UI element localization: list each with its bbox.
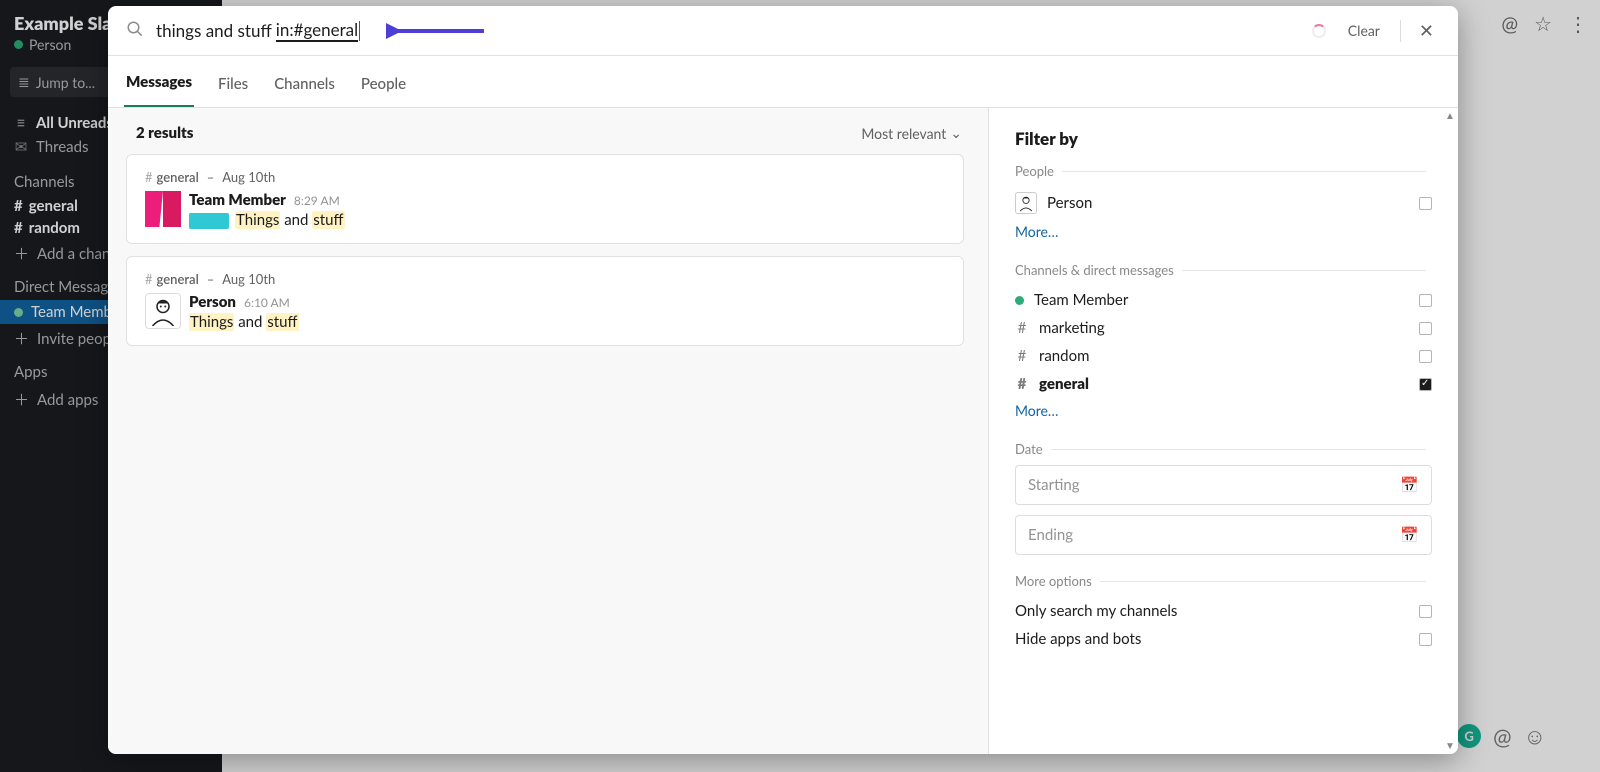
checkbox-icon bbox=[1419, 350, 1432, 363]
avatar bbox=[145, 191, 181, 227]
search-tabs: Messages Files Channels People bbox=[108, 56, 1458, 108]
mention-icon[interactable]: @ bbox=[1501, 12, 1518, 36]
result-meta: #general–Aug 10th bbox=[145, 169, 945, 185]
hide-apps-toggle[interactable]: Hide apps and bots bbox=[1015, 625, 1432, 653]
avatar bbox=[145, 293, 181, 329]
result-time: 8:29 AM bbox=[294, 193, 340, 208]
presence-dot-icon bbox=[1015, 296, 1024, 305]
filter-channel-row[interactable]: #random bbox=[1015, 342, 1432, 370]
filter-channels-label: Channels & direct messages bbox=[1015, 262, 1174, 278]
channels-more-link[interactable]: More… bbox=[1015, 398, 1058, 423]
filter-channel-row[interactable]: Team Member bbox=[1015, 286, 1432, 314]
annotation-arrow-icon bbox=[386, 20, 486, 42]
result-time: 6:10 AM bbox=[244, 295, 290, 310]
search-query-plain: things and stuff bbox=[156, 20, 276, 41]
scroll-up-icon[interactable]: ▲ bbox=[1442, 108, 1458, 124]
kebab-icon[interactable]: ⋮ bbox=[1568, 12, 1588, 36]
hash-icon: # bbox=[1015, 347, 1029, 365]
result-message: Things and stuff bbox=[189, 313, 945, 331]
search-result-card[interactable]: #general–Aug 10th Team Member 8:29 AM Thing… bbox=[126, 154, 964, 244]
filter-person-row[interactable]: Person bbox=[1015, 187, 1432, 219]
filter-date-label: Date bbox=[1015, 441, 1043, 457]
results-count: 2 results bbox=[136, 124, 193, 142]
tab-files[interactable]: Files bbox=[216, 61, 250, 107]
search-bar: things and stuff in:#general Clear ✕ bbox=[108, 6, 1458, 56]
hash-icon: # bbox=[1015, 375, 1029, 393]
checkbox-icon bbox=[1419, 605, 1432, 618]
close-button[interactable]: ✕ bbox=[1413, 19, 1440, 42]
loading-spinner-icon bbox=[1312, 24, 1326, 38]
tab-messages[interactable]: Messages bbox=[124, 59, 194, 107]
clear-button[interactable]: Clear bbox=[1348, 22, 1380, 39]
checkbox-icon bbox=[1419, 322, 1432, 335]
only-my-channels-toggle[interactable]: Only search my channels bbox=[1015, 597, 1432, 625]
result-channel: general bbox=[157, 169, 199, 185]
result-author: Person bbox=[189, 293, 236, 311]
sort-dropdown[interactable]: Most relevant ⌄ bbox=[861, 124, 962, 142]
filter-column: Filter by People Person More… Channels &… bbox=[988, 108, 1458, 754]
chevron-down-icon: ⌄ bbox=[950, 124, 962, 142]
result-meta: #general–Aug 10th bbox=[145, 271, 945, 287]
date-end-input[interactable]: Ending 📅 bbox=[1015, 515, 1432, 555]
search-query-modifier: in:#general bbox=[276, 19, 358, 42]
result-date: Aug 10th bbox=[222, 169, 275, 185]
search-icon bbox=[126, 20, 144, 42]
star-icon[interactable]: ☆ bbox=[1534, 12, 1552, 36]
tab-channels[interactable]: Channels bbox=[272, 61, 337, 107]
checkbox-icon bbox=[1419, 294, 1432, 307]
filter-channel-row[interactable]: #marketing bbox=[1015, 314, 1432, 342]
filter-people-label: People bbox=[1015, 163, 1054, 179]
scroll-down-icon[interactable]: ▼ bbox=[1442, 738, 1458, 754]
search-modal: things and stuff in:#general Clear ✕ Mes… bbox=[108, 6, 1458, 754]
result-channel: general bbox=[157, 271, 199, 287]
date-start-input[interactable]: Starting 📅 bbox=[1015, 465, 1432, 505]
scrollbar[interactable]: ▲ ▼ bbox=[1442, 108, 1458, 754]
divider bbox=[1400, 20, 1401, 42]
hash-icon: # bbox=[145, 271, 153, 287]
result-date: Aug 10th bbox=[222, 271, 275, 287]
checkbox-icon bbox=[1419, 633, 1432, 646]
calendar-icon: 📅 bbox=[1400, 476, 1419, 494]
attachment-chip-icon bbox=[189, 213, 229, 229]
checkbox-icon bbox=[1419, 378, 1432, 391]
search-input[interactable]: things and stuff in:#general bbox=[156, 19, 1300, 42]
avatar bbox=[1015, 192, 1037, 214]
tab-people[interactable]: People bbox=[359, 61, 408, 107]
result-author: Team Member bbox=[189, 191, 286, 209]
result-message: Things and stuff bbox=[189, 211, 945, 229]
filter-heading: Filter by bbox=[1015, 128, 1432, 149]
people-more-link[interactable]: More… bbox=[1015, 219, 1058, 244]
filter-channel-row[interactable]: #general bbox=[1015, 370, 1432, 398]
text-cursor-icon bbox=[359, 21, 360, 41]
calendar-icon: 📅 bbox=[1400, 526, 1419, 544]
checkbox-icon bbox=[1419, 197, 1432, 210]
hash-icon: # bbox=[145, 169, 153, 185]
search-result-card[interactable]: #general–Aug 10th Person 6:10 AM Things and… bbox=[126, 256, 964, 346]
results-column: 2 results Most relevant ⌄ #general–Aug 1… bbox=[108, 108, 988, 754]
browser-toolbar-icons: @ ☆ ⋮ bbox=[1501, 12, 1588, 36]
filter-more-options-label: More options bbox=[1015, 573, 1092, 589]
hash-icon: # bbox=[1015, 319, 1029, 337]
